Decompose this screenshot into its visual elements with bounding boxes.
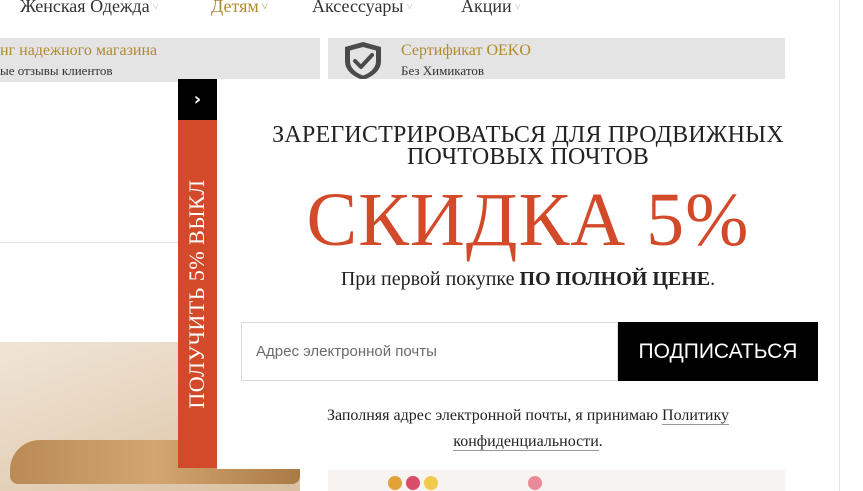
consent-text: Заполняя адрес электронной почты, я прин… bbox=[277, 403, 779, 455]
consent-suffix: . bbox=[598, 433, 603, 450]
collapse-popup-button[interactable]: › bbox=[178, 79, 217, 120]
offer-text-end: . bbox=[710, 268, 716, 290]
flower-decoration bbox=[424, 476, 438, 490]
subscribe-button[interactable]: ПОДПИСАТЬСЯ bbox=[618, 322, 818, 381]
popup-heading: ЗАРЕГИСТРИРОВАТЬСЯ ДЛЯ ПРОДВИЖНЫХ ПОЧТОВ… bbox=[217, 122, 839, 170]
discount-tab-label: ПОЛУЧИТЬ 5% ВЫКЛ bbox=[184, 179, 209, 409]
divider bbox=[0, 242, 178, 243]
popup-heading-line: ЗАРЕГИСТРИРОВАТЬСЯ ДЛЯ ПРОДВИЖНЫХ bbox=[272, 122, 784, 148]
offer-emphasis: ПО ПОЛНОЙ ЦЕНЕ bbox=[519, 268, 711, 290]
trust-banner-reviews: нг надежного магазина ые отзывы клиентов bbox=[0, 38, 320, 82]
offer-text: При первой покупке bbox=[340, 268, 520, 290]
discount-headline: СКИДКА 5% bbox=[306, 178, 750, 262]
chevron-down-icon: ˅ bbox=[152, 1, 159, 13]
flower-decoration bbox=[528, 476, 542, 490]
main-navigation: Женская Одежда ˅ Детям ˅ Аксессуары ˅ Акции… bbox=[0, 0, 863, 22]
trust-banner-title: Сертификат OEKO bbox=[401, 42, 531, 59]
chevron-right-icon: › bbox=[193, 89, 202, 110]
chevron-down-icon: ˅ bbox=[406, 1, 413, 13]
trust-banner-subtitle: ые отзывы клиентов bbox=[0, 63, 113, 78]
nav-item-label: Акции bbox=[461, 0, 512, 16]
consent-prefix: Заполняя адрес электронной почты, я прин… bbox=[326, 407, 663, 424]
nav-item-label: Детям bbox=[211, 0, 259, 16]
popup-heading-line: ПОЧТОВЫХ ПОЧТОВ bbox=[407, 144, 649, 170]
offer-description: При первой покупке ПО ПОЛНОЙ ЦЕНЕ. bbox=[217, 268, 839, 291]
nav-item-kids[interactable]: Детям ˅ bbox=[211, 0, 268, 17]
nav-item-womens[interactable]: Женская Одежда ˅ bbox=[20, 0, 159, 17]
product-image[interactable] bbox=[328, 470, 785, 491]
trust-banner-certificate: Сертификат OEKO Без Химикатов bbox=[328, 38, 785, 82]
chevron-down-icon: ˅ bbox=[261, 1, 269, 13]
nav-item-label: Аксессуары bbox=[312, 0, 404, 16]
nav-item-sales[interactable]: Акции ˅ bbox=[461, 0, 521, 17]
discount-side-tab[interactable]: ПОЛУЧИТЬ 5% ВЫКЛ bbox=[178, 120, 217, 468]
newsletter-popup: ЗАРЕГИСТРИРОВАТЬСЯ ДЛЯ ПРОДВИЖНЫХ ПОЧТОВ… bbox=[217, 79, 839, 469]
trust-banner-subtitle: Без Химикатов bbox=[401, 63, 485, 78]
shield-check-icon bbox=[345, 42, 381, 80]
trust-banner-title: нг надежного магазина bbox=[0, 42, 158, 59]
page-edge bbox=[839, 0, 840, 491]
email-field[interactable] bbox=[241, 322, 618, 381]
flower-decoration bbox=[406, 476, 420, 490]
nav-item-accessories[interactable]: Аксессуары ˅ bbox=[312, 0, 413, 17]
chevron-down-icon: ˅ bbox=[514, 1, 521, 13]
flower-decoration bbox=[388, 476, 402, 490]
nav-item-label: Женская Одежда bbox=[20, 0, 150, 16]
